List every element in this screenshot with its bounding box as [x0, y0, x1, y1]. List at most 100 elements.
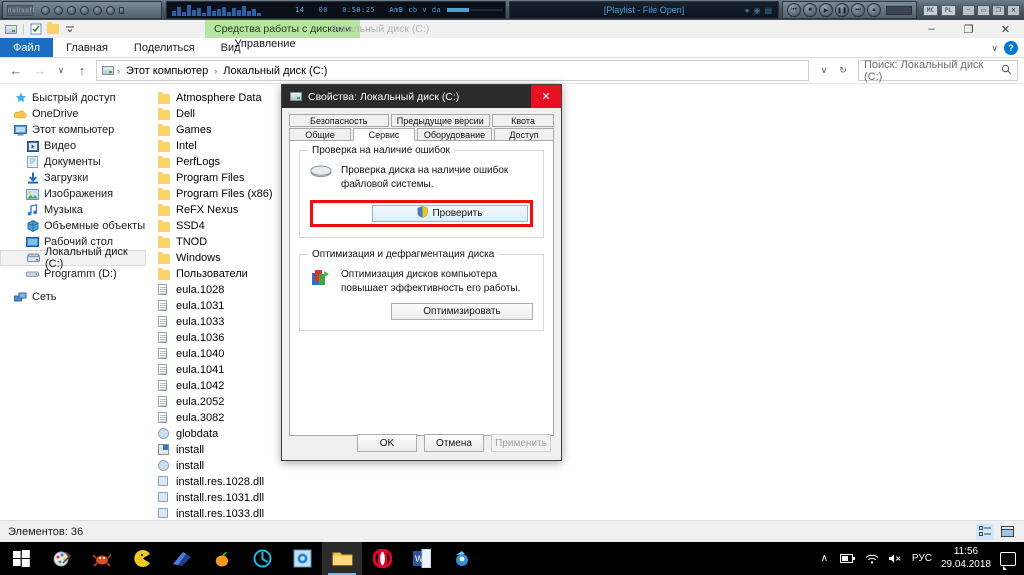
details-view-icon[interactable] [976, 523, 994, 540]
list-item[interactable]: eula.1031 [158, 298, 300, 314]
player-main-panel[interactable]: nullsoft [2, 1, 162, 19]
help-icon[interactable]: ? [1004, 41, 1018, 55]
player-maximize-button[interactable]: ❐ [992, 4, 1005, 16]
word-icon[interactable]: W [402, 542, 442, 575]
list-item[interactable]: eula.1033 [158, 314, 300, 330]
player-knob-1[interactable] [41, 5, 50, 15]
explorer-maximize-button[interactable]: ❐ [950, 20, 987, 38]
breadcrumb-item-drive[interactable]: Локальный диск (C:) [220, 64, 330, 78]
list-item[interactable]: Windows [158, 250, 300, 266]
forward-button[interactable]: → [30, 61, 50, 81]
eq-icon[interactable]: ▤ [764, 6, 772, 15]
properties-icon[interactable] [29, 22, 43, 36]
player-knob-5[interactable] [93, 5, 102, 15]
pacman-icon[interactable] [122, 542, 162, 575]
list-item[interactable]: install [158, 458, 300, 474]
check-button[interactable]: Проверить [372, 205, 528, 222]
play-button[interactable]: ▶ [819, 3, 833, 17]
sidebar-item-3[interactable]: Видео [0, 138, 150, 154]
player-knob-4[interactable] [80, 5, 89, 15]
search-input[interactable]: Поиск: Локальный диск (C:) [858, 59, 1018, 83]
player-window-buttons[interactable]: – ▭ ❐ ✕ [962, 4, 1020, 16]
chevron-down-icon[interactable] [63, 22, 77, 36]
tab-security[interactable]: Безопасность [289, 114, 389, 127]
quick-access-toolbar[interactable] [0, 22, 77, 36]
dialog-close-button[interactable]: ✕ [531, 85, 561, 108]
breadcrumb-item-computer[interactable]: Этот компьютер [123, 64, 211, 78]
explorer-window-controls[interactable]: – ❐ ✕ [913, 20, 1024, 38]
chevron-down-icon[interactable]: ∨ [991, 43, 998, 54]
list-item[interactable]: Atmosphere Data [158, 90, 300, 106]
list-item[interactable]: eula.3082 [158, 410, 300, 426]
sidebar-item-6[interactable]: Изображения [0, 186, 150, 202]
list-item[interactable]: Пользователи [158, 266, 300, 282]
cubase-icon[interactable] [162, 542, 202, 575]
opera-icon[interactable] [362, 542, 402, 575]
list-item[interactable]: eula.1028 [158, 282, 300, 298]
tab-share[interactable]: Поделиться [121, 38, 208, 57]
player-shade-button[interactable]: ▭ [977, 4, 990, 16]
tab-home[interactable]: Главная [53, 38, 121, 57]
wifi-icon[interactable] [865, 553, 879, 564]
list-item[interactable]: install.res.1028.dll [158, 474, 300, 490]
guitar-tuner-icon[interactable] [242, 542, 282, 575]
tab-manage[interactable]: Управление [205, 38, 325, 50]
photo-app-icon[interactable] [282, 542, 322, 575]
sidebar-item-2[interactable]: Этот компьютер [0, 122, 150, 138]
sidebar-item-10[interactable]: Локальный диск (C:) [0, 246, 146, 270]
player-seek-slider[interactable] [447, 8, 504, 12]
player-mini-buttons[interactable]: MC PL [923, 4, 956, 16]
list-item[interactable]: eula.1041 [158, 362, 300, 378]
ok-button[interactable]: OK [357, 434, 417, 452]
list-item[interactable]: Dell [158, 106, 300, 122]
list-item[interactable]: Games [158, 122, 300, 138]
up-button[interactable]: ↑ [72, 61, 92, 81]
start-icon[interactable] [0, 542, 42, 575]
blender-app-icon[interactable] [442, 542, 482, 575]
optimize-button[interactable]: Оптимизировать [391, 303, 533, 320]
playlist-button[interactable]: PL [941, 4, 956, 16]
player-transport-controls[interactable]: ⏮ ■ ▶ ❚❚ ⏭ ▲ [782, 1, 917, 19]
search-icon[interactable] [1001, 64, 1012, 78]
list-item[interactable]: eula.2052 [158, 394, 300, 410]
tab-tools[interactable]: Сервис [353, 128, 415, 141]
breadcrumb[interactable]: › Этот компьютер › Локальный диск (C:) [96, 60, 809, 81]
player-display[interactable]: 14 00 0:58:25 AmB cb v da [166, 1, 506, 19]
stop-button[interactable]: ■ [803, 3, 817, 17]
list-item[interactable]: SSD4 [158, 218, 300, 234]
refresh-icon[interactable]: ↻ [836, 61, 850, 81]
list-item[interactable]: TNOD [158, 234, 300, 250]
list-item[interactable]: eula.1036 [158, 330, 300, 346]
player-title-display[interactable]: [Playlist - File Open] ● ◉ ▤ [509, 1, 779, 19]
list-item[interactable]: PerfLogs [158, 154, 300, 170]
paint-icon[interactable] [42, 542, 82, 575]
notification-icon[interactable] [1000, 551, 1016, 570]
clock[interactable]: 11:56 29.04.2018 [941, 546, 991, 571]
list-item[interactable]: eula.1042 [158, 378, 300, 394]
explorer-minimize-button[interactable]: – [913, 20, 950, 38]
shuffle-icon[interactable]: ● [745, 6, 750, 15]
apply-button[interactable]: Применить [491, 434, 551, 452]
tab-quota[interactable]: Квота [492, 114, 554, 127]
volume-muted-icon[interactable] [888, 553, 903, 564]
recent-locations-button[interactable]: ∨ [54, 61, 68, 81]
next-track-button[interactable]: ⏭ [851, 3, 865, 17]
list-item[interactable]: eula.1040 [158, 346, 300, 362]
back-button[interactable]: ← [6, 61, 26, 81]
explorer-close-button[interactable]: ✕ [987, 20, 1024, 38]
list-item[interactable]: Program Files (x86) [158, 186, 300, 202]
list-item[interactable]: install.res.1031.dll [158, 490, 300, 506]
pause-button[interactable]: ❚❚ [835, 3, 849, 17]
volume-slider[interactable] [886, 5, 912, 15]
chevron-down-icon[interactable]: ∨ [817, 61, 831, 81]
cancel-button[interactable]: Отмена [424, 434, 484, 452]
sidebar-item-0[interactable]: Быстрый доступ [0, 90, 150, 106]
large-icons-view-icon[interactable] [998, 524, 1016, 540]
list-item[interactable]: ReFX Nexus [158, 202, 300, 218]
player-knob-6[interactable] [106, 5, 115, 15]
tab-previous-versions[interactable]: Предыдущие версии [390, 114, 490, 127]
repeat-icon[interactable]: ◉ [753, 6, 760, 15]
file-explorer-icon[interactable] [322, 542, 362, 575]
tab-file[interactable]: Файл [0, 38, 54, 57]
ribbon-help-group[interactable]: ∨ ? [991, 41, 1018, 55]
